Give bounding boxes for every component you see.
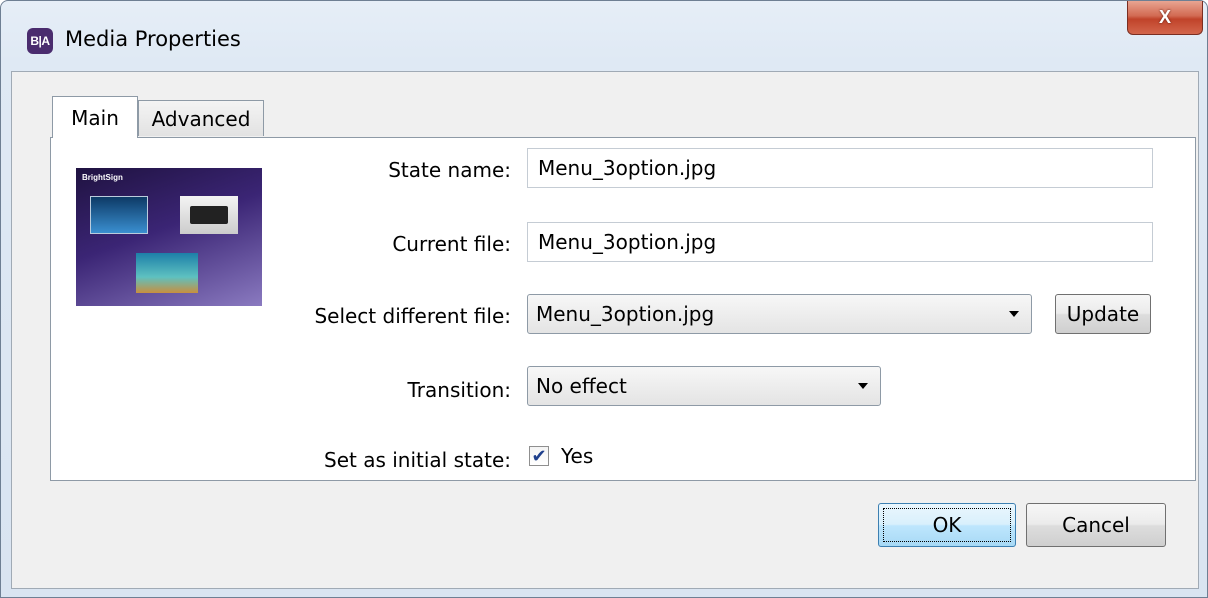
update-button[interactable]: Update	[1055, 294, 1151, 334]
focus-indicator	[883, 508, 1011, 542]
check-icon: ✔	[531, 446, 547, 466]
initial-state-checkbox[interactable]: ✔	[529, 446, 549, 466]
close-button[interactable]: X	[1127, 1, 1203, 35]
thumbnail-picture-2	[180, 196, 238, 234]
thumbnail-brand: BrightSign	[82, 173, 123, 182]
select-file-value: Menu_3option.jpg	[536, 302, 715, 326]
chevron-down-icon	[858, 383, 868, 389]
main-tab-panel: BrightSign State name: Menu_3option.jpg …	[50, 137, 1196, 481]
transition-label: Transition:	[407, 378, 511, 402]
thumbnail-image: BrightSign	[76, 168, 262, 306]
initial-state-checkbox-label[interactable]: Yes	[561, 444, 593, 468]
thumbnail-picture-3	[136, 253, 198, 293]
state-name-label: State name:	[388, 158, 511, 182]
tab-advanced[interactable]: Advanced	[138, 100, 264, 136]
dialog-body: Main Advanced BrightSign State name: Men…	[11, 71, 1199, 589]
cancel-button[interactable]: Cancel	[1026, 503, 1166, 547]
window-title: Media Properties	[65, 27, 241, 51]
thumbnail-picture-1	[90, 196, 148, 234]
select-file-label: Select different file:	[314, 304, 511, 328]
chevron-down-icon	[1009, 311, 1019, 317]
initial-state-label: Set as initial state:	[324, 448, 511, 472]
app-icon: B|A	[27, 28, 53, 54]
current-file-input[interactable]: Menu_3option.jpg	[527, 222, 1153, 262]
ok-button[interactable]: OK	[878, 503, 1016, 547]
title-bar[interactable]: B|A Media Properties	[1, 1, 1207, 71]
select-file-dropdown[interactable]: Menu_3option.jpg	[527, 294, 1032, 334]
close-icon: X	[1158, 7, 1171, 27]
media-thumbnail: BrightSign	[63, 150, 275, 324]
transition-value: No effect	[536, 374, 627, 398]
tab-main[interactable]: Main	[52, 96, 138, 138]
media-properties-dialog: B|A Media Properties X Main Advanced Bri…	[0, 0, 1208, 598]
state-name-input[interactable]: Menu_3option.jpg	[527, 148, 1153, 188]
transition-dropdown[interactable]: No effect	[527, 366, 881, 406]
current-file-label: Current file:	[392, 232, 511, 256]
